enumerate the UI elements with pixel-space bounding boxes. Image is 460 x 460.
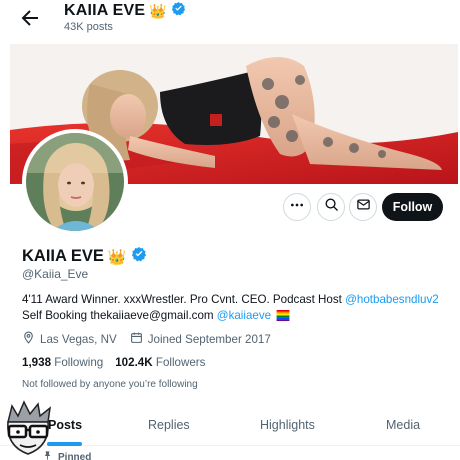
profile-name-text: KAIIA EVE bbox=[22, 247, 104, 265]
location-icon bbox=[22, 331, 35, 347]
more-options-button[interactable] bbox=[283, 193, 311, 221]
message-icon bbox=[356, 197, 371, 217]
following-link[interactable]: 1,938 Following bbox=[22, 356, 103, 369]
joined-item: Joined September 2017 bbox=[130, 331, 271, 347]
bio-mention-link-2[interactable]: @kaiiaeve bbox=[217, 309, 271, 322]
profile-avatar[interactable] bbox=[22, 129, 128, 235]
crown-emoji: 👑 bbox=[107, 248, 127, 266]
joined-text: Joined September 2017 bbox=[147, 332, 271, 346]
back-arrow-icon[interactable] bbox=[18, 6, 42, 30]
search-icon bbox=[324, 197, 339, 217]
location-text: Las Vegas, NV bbox=[40, 332, 117, 346]
profile-tabs: Posts Replies Highlights Media bbox=[0, 404, 460, 446]
top-bar: KAIIA EVE 👑 43K posts bbox=[0, 0, 460, 44]
profile-bio: 4'11 Award Winner. xxxWrestler. Pro Cvnt… bbox=[22, 292, 452, 326]
verified-badge-icon bbox=[171, 1, 186, 21]
followers-label: Followers bbox=[155, 356, 206, 369]
search-profile-button[interactable] bbox=[317, 193, 345, 221]
following-label: Following bbox=[54, 356, 104, 369]
message-button[interactable] bbox=[349, 193, 377, 221]
profile-stats: 1,938 Following 102.4K Followers bbox=[22, 356, 205, 369]
posts-count: 43K posts bbox=[64, 21, 113, 33]
profile-name: KAIIA EVE 👑 bbox=[22, 246, 147, 267]
crown-emoji: 👑 bbox=[149, 2, 167, 19]
calendar-icon bbox=[130, 331, 143, 347]
follow-button[interactable]: Follow bbox=[382, 193, 443, 221]
bio-mention-link-1[interactable]: @hotbabesndluv2 bbox=[345, 293, 439, 306]
bio-text-2: Self Booking thekaiiaeve@gmail.com bbox=[22, 309, 217, 322]
bio-line-1: 4'11 Award Winner. xxxWrestler. Pro Cvnt… bbox=[22, 292, 452, 308]
header-title: KAIIA EVE 👑 bbox=[64, 1, 186, 21]
header-name: KAIIA EVE bbox=[64, 2, 146, 19]
profile-handle: @Kaiia_Eve bbox=[22, 267, 89, 281]
not-followed-note: Not followed by anyone you’re following bbox=[22, 379, 198, 390]
bio-line-2: Self Booking thekaiiaeve@gmail.com @kaii… bbox=[22, 308, 452, 326]
cartoon-watermark bbox=[0, 400, 58, 460]
following-count: 1,938 bbox=[22, 356, 52, 369]
pinned-text: Pinned bbox=[58, 451, 92, 460]
tab-media[interactable]: Media bbox=[386, 418, 420, 432]
verified-badge-icon[interactable] bbox=[131, 246, 147, 267]
followers-count: 102.4K bbox=[115, 356, 153, 369]
followers-link[interactable]: 102.4K Followers bbox=[115, 356, 205, 369]
bio-text-1: 4'11 Award Winner. xxxWrestler. Pro Cvnt… bbox=[22, 293, 346, 306]
location-item: Las Vegas, NV bbox=[22, 331, 117, 347]
profile-meta: Las Vegas, NV Joined September 2017 bbox=[22, 331, 284, 347]
more-icon bbox=[289, 197, 305, 218]
pride-flag-icon bbox=[276, 310, 290, 326]
tab-replies[interactable]: Replies bbox=[148, 418, 190, 432]
tab-highlights[interactable]: Highlights bbox=[260, 418, 315, 432]
